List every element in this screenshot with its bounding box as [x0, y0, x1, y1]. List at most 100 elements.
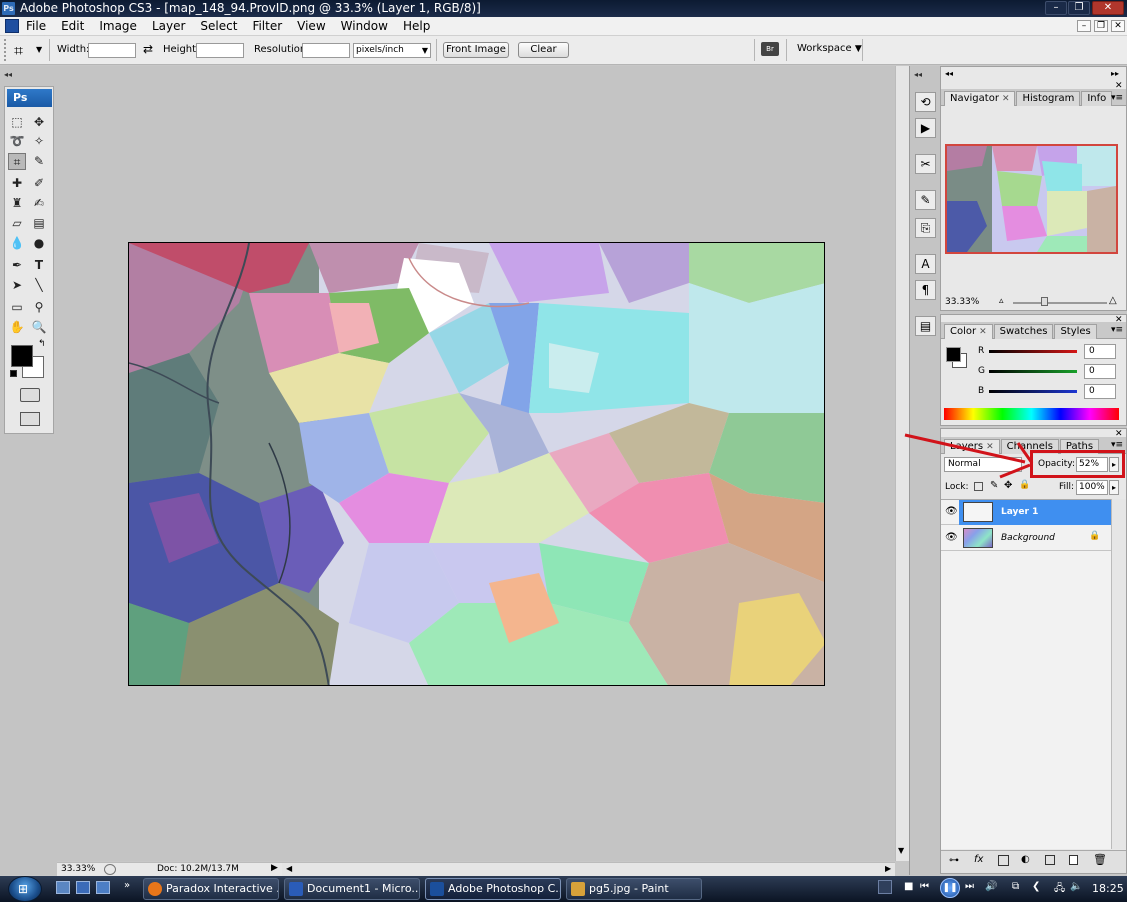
scroll-down-icon[interactable]: ▼ — [898, 846, 904, 855]
character-icon[interactable]: A — [915, 254, 936, 274]
menu-window[interactable]: Window — [341, 19, 388, 33]
lasso-tool-icon[interactable]: ➰ — [8, 133, 26, 150]
layer-style-icon[interactable]: fx — [974, 854, 983, 865]
tab-navigator[interactable]: Navigator ✕ — [944, 91, 1016, 106]
history-icon[interactable]: ⟲ — [915, 92, 936, 112]
status-zoom[interactable]: 33.33% — [61, 864, 95, 874]
fill-slider-icon[interactable]: ▸ — [1109, 480, 1119, 495]
crop-tool-icon[interactable]: ⌗ — [8, 153, 26, 170]
taskbar-word[interactable]: Document1 - Micro... — [284, 878, 420, 900]
collapse-icon[interactable]: ◂◂ — [945, 69, 953, 78]
layers-scrollbar[interactable] — [1111, 499, 1126, 849]
document-canvas[interactable] — [128, 242, 825, 686]
eraser-tool-icon[interactable]: ▱ — [8, 215, 26, 232]
notes-tool-icon[interactable]: ▭ — [8, 299, 26, 316]
tab-info[interactable]: Info — [1081, 91, 1113, 106]
zoom-in-icon[interactable]: △ — [1109, 295, 1117, 306]
document-icon[interactable] — [5, 19, 19, 33]
foreground-color-swatch[interactable] — [11, 345, 33, 367]
panel-menu-icon[interactable]: ▾≡ — [1111, 325, 1123, 335]
quick-launch-icon[interactable] — [96, 881, 110, 894]
quick-mask-icon[interactable] — [20, 388, 40, 402]
history-brush-icon[interactable]: ✍ — [30, 195, 48, 212]
show-desktop-icon[interactable] — [56, 881, 70, 894]
adjustment-layer-icon[interactable]: ◐ — [1021, 854, 1030, 865]
expand-icon[interactable]: ▸▸ — [1111, 69, 1119, 78]
restore-icon[interactable]: ❐ — [1068, 1, 1090, 15]
menu-help[interactable]: Help — [403, 19, 430, 33]
link-layers-icon[interactable]: ⊶ — [949, 855, 959, 866]
color-foreground-swatch[interactable] — [946, 347, 961, 362]
dodge-tool-icon[interactable]: ● — [30, 235, 48, 252]
height-input[interactable] — [196, 43, 244, 58]
brushes-icon[interactable]: ✎ — [915, 190, 936, 210]
navigator-preview[interactable] — [945, 144, 1118, 254]
zoom-out-icon[interactable]: ▵ — [999, 296, 1004, 306]
collapse-icon[interactable]: ◂◂ — [4, 70, 12, 79]
status-icon[interactable] — [104, 864, 116, 875]
menu-file[interactable]: File — [26, 19, 46, 33]
r-slider[interactable] — [989, 350, 1077, 353]
actions-icon[interactable]: ▶ — [915, 118, 936, 138]
type-tool-icon[interactable]: T — [30, 257, 48, 274]
expand-icon[interactable]: ◂◂ — [914, 70, 922, 79]
layer-row-layer-1[interactable]: 👁 Layer 1 — [941, 500, 1111, 525]
taskbar-paint[interactable]: pg5.jpg - Paint — [566, 878, 702, 900]
minimize-icon[interactable]: – — [1045, 1, 1067, 15]
workspace-button[interactable]: Workspace ▼ — [797, 43, 862, 54]
crop-tool-icon[interactable]: ⌗ — [14, 41, 23, 61]
tab-swatches[interactable]: Swatches — [993, 324, 1054, 339]
panel-menu-icon[interactable]: ▾≡ — [1111, 440, 1123, 450]
new-layer-icon[interactable] — [1069, 855, 1078, 865]
eyedropper-icon[interactable]: ⚲ — [30, 299, 48, 316]
g-slider[interactable] — [989, 370, 1077, 373]
magic-wand-icon[interactable]: ✧ — [30, 133, 48, 150]
zoom-slider[interactable] — [1013, 302, 1107, 304]
close-icon[interactable]: ✕ — [1092, 1, 1124, 15]
menu-image[interactable]: Image — [99, 19, 137, 33]
clone-stamp-icon[interactable]: ♜ — [8, 195, 26, 212]
chevron-down-icon[interactable]: ▼ — [36, 45, 42, 54]
navigator-zoom[interactable]: 33.33% — [945, 297, 979, 307]
layer-name[interactable]: Layer 1 — [1001, 507, 1038, 517]
tab-histogram[interactable]: Histogram — [1016, 91, 1081, 106]
visibility-eye-icon[interactable]: 👁 — [945, 506, 958, 517]
menu-view[interactable]: View — [297, 19, 325, 33]
clock[interactable]: 18:25 — [1092, 882, 1124, 895]
speaker-icon[interactable]: 🔈 — [1070, 881, 1082, 892]
paragraph-icon[interactable]: ¶ — [915, 280, 936, 300]
layer-mask-icon[interactable] — [998, 855, 1009, 866]
horizontal-scrollbar[interactable]: ◀ ▶ — [282, 862, 895, 876]
menu-edit[interactable]: Edit — [61, 19, 84, 33]
pause-icon[interactable]: ❚❚ — [940, 878, 960, 898]
taskbar-photoshop[interactable]: Adobe Photoshop C... — [425, 878, 561, 900]
g-value[interactable]: 0 — [1084, 364, 1116, 379]
fill-input[interactable]: 100% — [1076, 480, 1108, 495]
slice-tool-icon[interactable]: ✎ — [30, 153, 48, 170]
b-value[interactable]: 0 — [1084, 384, 1116, 399]
menu-layer[interactable]: Layer — [152, 19, 185, 33]
tray-expand-icon[interactable]: ❮ — [1032, 881, 1040, 892]
quick-launch-more-icon[interactable]: » — [124, 880, 130, 891]
switch-windows-icon[interactable] — [76, 881, 90, 894]
units-select[interactable]: pixels/inch ▼ — [353, 43, 431, 58]
hand-tool-icon[interactable]: ✋ — [8, 319, 26, 336]
panel-menu-icon[interactable]: ▾≡ — [1111, 93, 1123, 103]
brush-tool-icon[interactable]: ✐ — [30, 175, 48, 192]
path-selection-icon[interactable]: ➤ — [8, 277, 26, 294]
tool-presets-icon[interactable]: ✂ — [915, 154, 936, 174]
taskbar-paradox[interactable]: Paradox Interactive ... — [143, 878, 279, 900]
color-ramp[interactable] — [944, 408, 1119, 420]
doc-restore-icon[interactable]: ❐ — [1094, 20, 1108, 32]
media-player-icon[interactable] — [878, 880, 892, 894]
r-value[interactable]: 0 — [1084, 344, 1116, 359]
new-group-icon[interactable] — [1045, 855, 1055, 865]
doc-close-icon[interactable]: ✕ — [1111, 20, 1125, 32]
blur-tool-icon[interactable]: 💧 — [8, 235, 26, 252]
front-image-button[interactable]: Front Image — [443, 42, 509, 58]
swap-colors-icon[interactable]: ↰ — [38, 339, 46, 349]
move-tool-icon[interactable]: ✥ — [30, 114, 48, 131]
clear-button[interactable]: Clear — [518, 42, 569, 58]
marquee-tool-icon[interactable]: ⬚ — [8, 114, 26, 131]
doc-minimize-icon[interactable]: – — [1077, 20, 1091, 32]
